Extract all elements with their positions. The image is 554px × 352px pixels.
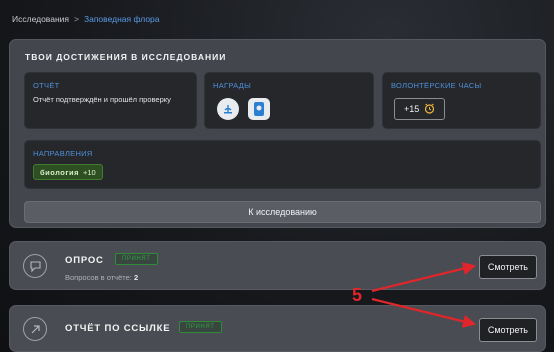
arrow-to-survey-button	[371, 262, 477, 293]
annotation-number: 5	[352, 285, 363, 305]
annotation-arrows	[371, 262, 477, 328]
arrow-to-link-report-button	[371, 297, 477, 328]
